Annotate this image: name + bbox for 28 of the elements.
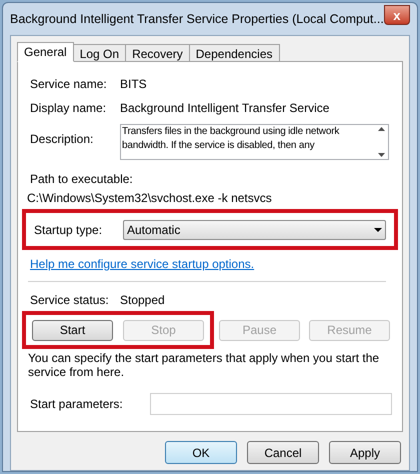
start-parameters-field[interactable]	[150, 393, 392, 415]
help-link[interactable]: Help me configure service startup options.	[30, 255, 254, 273]
field-label: Start parameters:	[30, 396, 124, 413]
field-value: BITS	[120, 76, 147, 93]
tab[interactable]: General	[17, 42, 74, 62]
field-value: Stopped	[120, 292, 165, 309]
field-label: Description:	[30, 131, 94, 148]
startup-type-dropdown[interactable]: Automatic	[122, 220, 386, 240]
dropdown-arrow-icon	[374, 228, 382, 232]
description-box[interactable]: Transfers files in the background using idle network bandwidth. If the service is disabled, then any	[120, 124, 389, 160]
field-value: Background Intelligent Transfer Service	[120, 100, 330, 117]
field-label: Path to executable:	[30, 171, 134, 188]
dialog-button[interactable]: OK	[165, 441, 237, 464]
field-label: Startup type:	[34, 222, 104, 238]
control-button[interactable]: Start	[32, 320, 113, 340]
scroll-up-icon[interactable]	[378, 127, 384, 131]
field-label: Service name:	[30, 76, 108, 93]
dialog-button[interactable]: Cancel	[247, 441, 319, 464]
note-text: You can specify the start parameters that apply when you start the service from here.	[28, 351, 380, 379]
tab[interactable]: Dependencies	[188, 44, 280, 62]
field-label: Service status:	[30, 292, 110, 309]
tab[interactable]: Recovery	[125, 44, 190, 62]
field-label: Display name:	[30, 100, 108, 117]
dialog-button[interactable]: Apply	[329, 441, 401, 464]
window-title: Background Intelligent Transfer Service Properties (Local Comput...	[10, 10, 384, 28]
close-button[interactable]: x	[384, 5, 410, 25]
scroll-down-icon[interactable]	[378, 153, 384, 157]
path-text: C:\Windows\System32\svchost.exe -k netsvcs	[27, 190, 273, 207]
